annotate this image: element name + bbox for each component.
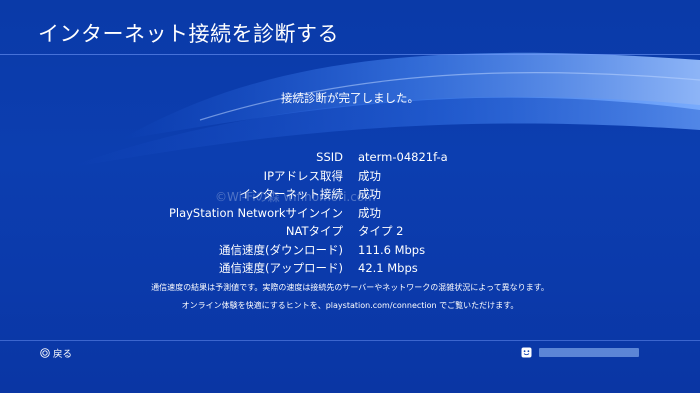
user-face-icon (521, 347, 532, 358)
result-row-upload-speed: 通信速度(アップロード) 42.1 Mbps (0, 259, 700, 278)
result-value: aterm-04821f-a (358, 150, 448, 164)
result-row-nat-type: NATタイプ タイプ 2 (0, 222, 700, 241)
title-divider (0, 54, 700, 55)
result-label: IPアドレス取得 (263, 168, 343, 183)
result-label: 通信速度(ダウンロード) (219, 242, 343, 257)
result-value: 111.6 Mbps (358, 242, 426, 257)
result-row-ssid: SSID aterm-04821f-a (0, 148, 700, 167)
circle-button-icon (40, 348, 50, 358)
result-row-psn-signin: PlayStation Networkサインイン 成功 (0, 204, 700, 223)
result-value: タイプ 2 (358, 224, 404, 238)
watermark: ©Wi-Fiの森 wifinomori.com (215, 190, 376, 204)
result-row-download-speed: 通信速度(ダウンロード) 111.6 Mbps (0, 241, 700, 260)
user-name-redacted (539, 348, 639, 357)
result-label: PlayStation Networkサインイン (168, 205, 343, 220)
result-label: SSID (316, 150, 343, 164)
status-message: 接続診断が完了しました。 (281, 91, 419, 105)
result-label: 通信速度(アップロード) (219, 261, 343, 275)
result-value: 成功 (358, 168, 381, 183)
hint-note: オンライン体験を快適にするヒントを、playstation.com/connec… (181, 301, 519, 310)
results-list: SSID aterm-04821f-a IPアドレス取得 成功 インターネット接… (0, 148, 700, 278)
back-label: 戻る (53, 349, 73, 360)
user-indicator (521, 347, 639, 358)
speed-note: 通信速度の結果は予測値です。実際の速度は接続先のサーバーやネットワークの混雑状況… (151, 283, 549, 292)
footer-divider (0, 340, 700, 341)
result-label: NATタイプ (285, 224, 343, 238)
result-row-ip-address: IPアドレス取得 成功 (0, 167, 700, 186)
back-button[interactable]: 戻る (40, 346, 72, 360)
result-value: 42.1 Mbps (358, 261, 418, 275)
result-value: 成功 (358, 205, 381, 220)
page-title: インターネット接続を診断する (38, 22, 339, 46)
